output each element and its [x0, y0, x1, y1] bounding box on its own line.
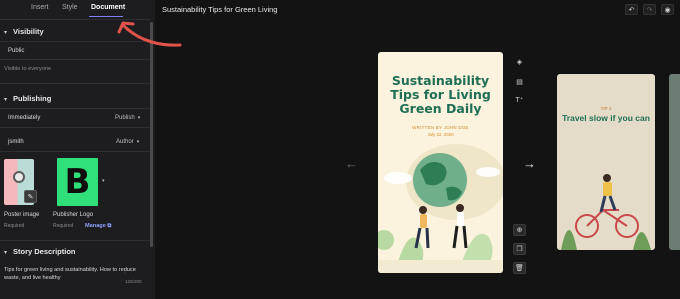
- poster-required: Required: [4, 223, 25, 229]
- add-page-button[interactable]: ⊕: [513, 224, 526, 236]
- duplicate-page-button[interactable]: ❐: [513, 243, 526, 255]
- earth-illustration[interactable]: [378, 140, 503, 273]
- divider: [0, 151, 150, 152]
- chevron-down-icon: ▾: [137, 115, 141, 121]
- author-dropdown-value: Author: [116, 139, 134, 145]
- cyclist-illustration: [561, 174, 651, 250]
- document-title: Sustainability Tips for Green Living: [162, 5, 278, 14]
- fill-color-button[interactable]: ◈: [513, 56, 526, 68]
- visibility-header: Visibility: [13, 27, 44, 36]
- trash-icon: 🗑: [515, 265, 524, 272]
- undo-button[interactable]: ↶: [625, 4, 638, 15]
- story-page-date[interactable]: July 22, 2020: [378, 132, 503, 137]
- text-size-icon: T⁺: [515, 97, 524, 104]
- sidebar-scrollbar[interactable]: [150, 22, 153, 247]
- chevron-down-icon[interactable]: ▾: [102, 178, 105, 184]
- external-link-icon: ⧉: [107, 223, 112, 229]
- manage-label: Manage: [85, 223, 106, 229]
- redo-button[interactable]: ↷: [643, 4, 656, 15]
- text-button[interactable]: T⁺: [513, 94, 526, 106]
- tab-style[interactable]: Style: [62, 4, 78, 11]
- story-description-header: Story Description: [13, 247, 76, 256]
- story-description-section-toggle[interactable]: ▾ Story Description: [4, 247, 76, 256]
- layout-icon: ▤: [516, 79, 523, 86]
- resize-handle-icon[interactable]: ⋮: [122, 268, 128, 275]
- author-dropdown[interactable]: Author ▾: [116, 139, 139, 145]
- divider: [0, 59, 150, 60]
- pencil-icon: ✎: [27, 193, 34, 201]
- eye-icon: ◉: [664, 6, 671, 14]
- logo-required: Required: [53, 223, 74, 229]
- redo-icon: ↷: [646, 6, 653, 14]
- visibility-hint: Visible to everyone: [4, 66, 52, 72]
- chevron-down-icon: ▾: [136, 139, 140, 145]
- peek-story-page[interactable]: [669, 74, 680, 250]
- plus-circle-icon: ⊕: [516, 227, 523, 234]
- story-editor: Insert Style Document ▾ Visibility Public…: [0, 0, 680, 299]
- publishing-section-toggle[interactable]: ▾ Publishing: [4, 94, 51, 103]
- story-page-title[interactable]: Sustainability Tips for Living Green Dai…: [378, 74, 503, 116]
- publisher-logo[interactable]: B: [57, 158, 98, 206]
- next-story-page[interactable]: TIP 1 Travel slow if you can: [557, 74, 655, 250]
- chevron-down-icon: ▾: [4, 97, 8, 103]
- divider: [0, 240, 150, 241]
- person-left-figure: [414, 206, 430, 249]
- poster-label: Poster image: [4, 212, 40, 218]
- author-label: jsmith: [8, 139, 24, 145]
- story-page-byline[interactable]: WRITTEN BY JOHN DOE: [378, 125, 503, 130]
- paint-bucket-icon: ◈: [516, 59, 523, 66]
- preview-button[interactable]: ◉: [661, 4, 674, 15]
- publishing-header: Publishing: [13, 94, 52, 103]
- edit-poster-button[interactable]: ✎: [24, 190, 37, 203]
- copy-icon: ❐: [516, 246, 523, 253]
- next-page-button[interactable]: →: [523, 156, 536, 171]
- story-page[interactable]: Sustainability Tips for Living Green Dai…: [378, 52, 503, 273]
- schedule-label: Immediately: [8, 115, 41, 121]
- publish-dropdown[interactable]: Publish ▾: [115, 115, 140, 121]
- divider: [0, 83, 150, 84]
- arrow-right-icon: →: [523, 156, 536, 171]
- chevron-down-icon: ▾: [4, 30, 8, 36]
- character-count: 128/200: [125, 279, 142, 284]
- previous-page-button[interactable]: ←: [345, 156, 358, 171]
- arrow-left-icon: ←: [345, 156, 358, 171]
- visibility-section-toggle[interactable]: ▾ Visibility: [4, 27, 44, 36]
- next-page-tip-title: Travel slow if you can: [562, 113, 650, 123]
- undo-icon: ↶: [628, 6, 635, 14]
- publisher-logo-label: Publisher Logo: [53, 212, 94, 218]
- tab-insert[interactable]: Insert: [31, 4, 49, 11]
- publish-dropdown-value: Publish: [115, 115, 135, 121]
- annotation-arrow: [117, 21, 182, 47]
- delete-page-button[interactable]: 🗑: [513, 262, 526, 274]
- layout-button[interactable]: ▤: [513, 76, 526, 88]
- watch-illustration: [13, 171, 25, 183]
- tab-document[interactable]: Document: [91, 4, 125, 11]
- chevron-down-icon: ▾: [4, 250, 8, 256]
- divider: [0, 108, 150, 109]
- divider: [0, 127, 150, 128]
- next-page-tip-label: TIP 1: [600, 106, 612, 111]
- publisher-logo-letter: B: [64, 162, 91, 202]
- visibility-value[interactable]: Public: [8, 48, 24, 54]
- manage-link[interactable]: Manage ⧉: [85, 223, 111, 230]
